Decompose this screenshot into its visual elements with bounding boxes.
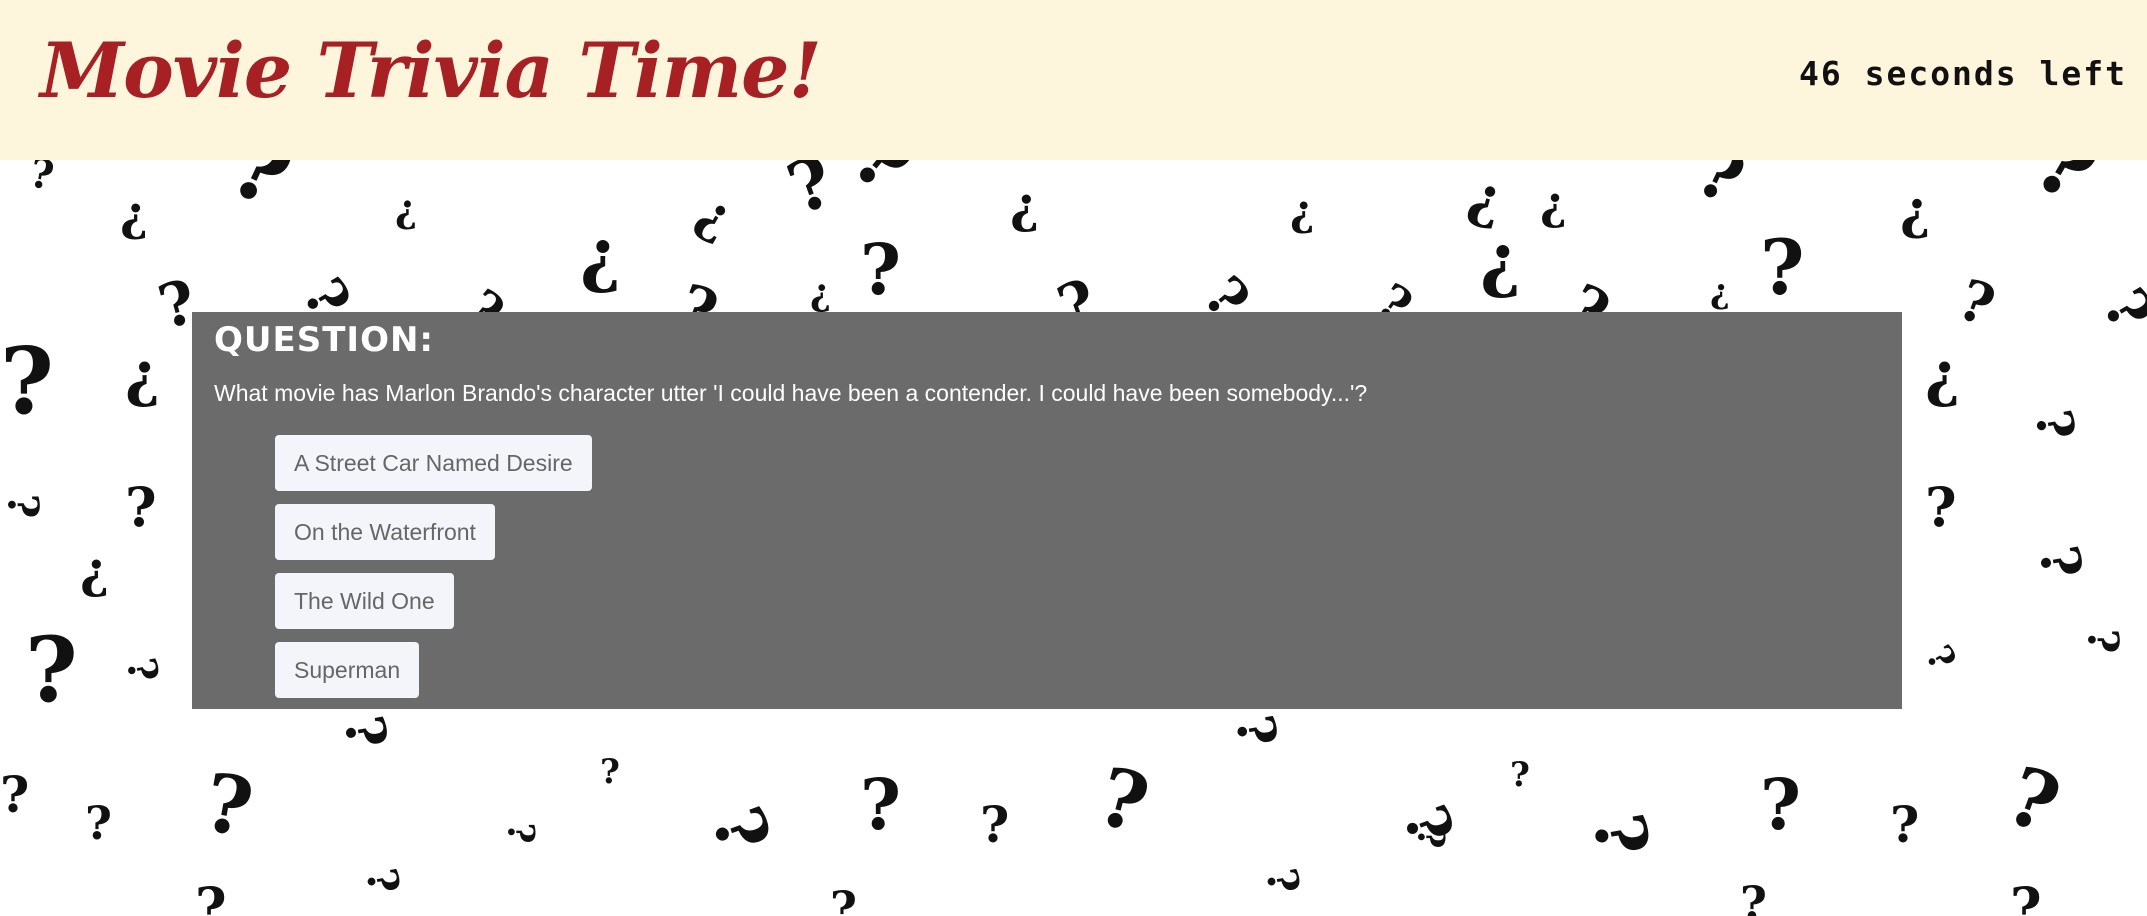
question-mark-decoration: ? bbox=[1088, 748, 1159, 852]
answer-button-a-street-car-named-desire[interactable]: A Street Car Named Desire bbox=[275, 435, 592, 491]
inverted-question-mark-decoration: ¿ bbox=[1540, 176, 1567, 230]
question-mark-decoration: ? bbox=[2010, 875, 2042, 916]
question-mark-decoration: ? bbox=[125, 475, 157, 539]
question-mark-decoration: ? bbox=[1510, 755, 1530, 795]
question-mark-decoration: ? bbox=[600, 752, 620, 792]
inverted-question-mark-decoration: ¿ bbox=[810, 272, 832, 314]
question-mark-decoration: ? bbox=[2017, 160, 2116, 225]
question-mark-decoration: ? bbox=[694, 796, 787, 864]
question-mark-decoration: ? bbox=[1684, 160, 1757, 221]
question-mark-decoration: ? bbox=[980, 795, 1010, 854]
question-mark-decoration: ? bbox=[85, 796, 112, 850]
question-mark-decoration: ? bbox=[26, 160, 58, 200]
inverted-question-mark-decoration: ¿ bbox=[1290, 186, 1315, 235]
answer-list: A Street Car Named Desire On the Waterfr… bbox=[275, 435, 592, 711]
question-mark-decoration: ? bbox=[1925, 475, 1957, 539]
question-mark-decoration: ? bbox=[25, 617, 78, 723]
question-heading: QUESTION: bbox=[214, 320, 435, 360]
inverted-question-mark-decoration: ¿ bbox=[1710, 272, 1730, 312]
question-mark-decoration: ? bbox=[1890, 795, 1920, 854]
question-mark-decoration: ? bbox=[1760, 223, 1805, 312]
inverted-question-mark-decoration: ¿ bbox=[125, 340, 161, 410]
question-mark-decoration: ? bbox=[2088, 277, 2147, 343]
question-mark-decoration: ? bbox=[860, 228, 902, 311]
answer-item: A Street Car Named Desire bbox=[275, 435, 592, 491]
question-mark-decoration: ? bbox=[0, 493, 48, 519]
question-mark-decoration: ? bbox=[830, 881, 857, 916]
question-mark-decoration: ? bbox=[1995, 747, 2072, 853]
question-mark-decoration: ? bbox=[2023, 405, 2087, 445]
question-mark-decoration: ? bbox=[1256, 864, 1310, 898]
question-mark-decoration: ? bbox=[499, 822, 542, 844]
question-mark-decoration: ? bbox=[197, 754, 260, 856]
answer-button-the-wild-one[interactable]: The Wild One bbox=[275, 573, 454, 629]
answer-item: Superman bbox=[275, 642, 592, 698]
answer-item: The Wild One bbox=[275, 573, 592, 629]
inverted-question-mark-decoration: ¿ bbox=[120, 186, 149, 242]
question-text: What movie has Marlon Brando's character… bbox=[214, 380, 1368, 406]
site-title: Movie Trivia Time! bbox=[40, 26, 822, 115]
question-mark-decoration: ? bbox=[117, 654, 168, 686]
question-mark-decoration: ? bbox=[1223, 710, 1289, 752]
question-panel: QUESTION: What movie has Marlon Brando's… bbox=[192, 312, 1902, 709]
inverted-question-mark-decoration: ¿ bbox=[580, 213, 622, 296]
question-mark-decoration: ? bbox=[1409, 827, 1452, 849]
inverted-question-mark-decoration: ¿ bbox=[1900, 180, 1931, 241]
question-mark-decoration: ? bbox=[776, 160, 844, 231]
question-mark-decoration: ? bbox=[195, 875, 227, 916]
question-mark-decoration: ? bbox=[331, 710, 401, 754]
question-mark-decoration: ? bbox=[1740, 876, 1767, 916]
question-mark-decoration: ? bbox=[835, 160, 932, 212]
inverted-question-mark-decoration: ¿ bbox=[1480, 218, 1522, 301]
question-mark-decoration: ? bbox=[1949, 266, 2004, 340]
question-mark-decoration: ? bbox=[2026, 540, 2096, 584]
question-mark-decoration: ? bbox=[0, 765, 30, 824]
inverted-question-mark-decoration: ¿ bbox=[687, 181, 744, 250]
answer-button-on-the-waterfront[interactable]: On the Waterfront bbox=[275, 504, 495, 560]
inverted-question-mark-decoration: ¿ bbox=[1010, 175, 1040, 234]
inverted-question-mark-decoration: ¿ bbox=[1925, 340, 1961, 410]
question-mark-decoration: ? bbox=[860, 763, 902, 846]
inverted-question-mark-decoration: ¿ bbox=[80, 540, 110, 599]
question-mark-decoration: ? bbox=[2078, 628, 2128, 654]
question-mark-decoration: ? bbox=[0, 327, 54, 435]
question-mark-decoration: ? bbox=[1576, 807, 1666, 863]
question-mark-decoration: ? bbox=[1760, 763, 1802, 846]
header: Movie Trivia Time! 46 seconds left bbox=[0, 0, 2147, 160]
answer-button-superman[interactable]: Superman bbox=[275, 642, 420, 698]
question-mark-decoration: ? bbox=[215, 160, 308, 230]
question-mark-decoration: ? bbox=[356, 864, 410, 898]
answer-item: On the Waterfront bbox=[275, 504, 592, 560]
inverted-question-mark-decoration: ¿ bbox=[395, 186, 418, 231]
countdown-timer: 46 seconds left bbox=[1798, 54, 2127, 93]
question-mark-decoration: ? bbox=[1917, 638, 1965, 678]
